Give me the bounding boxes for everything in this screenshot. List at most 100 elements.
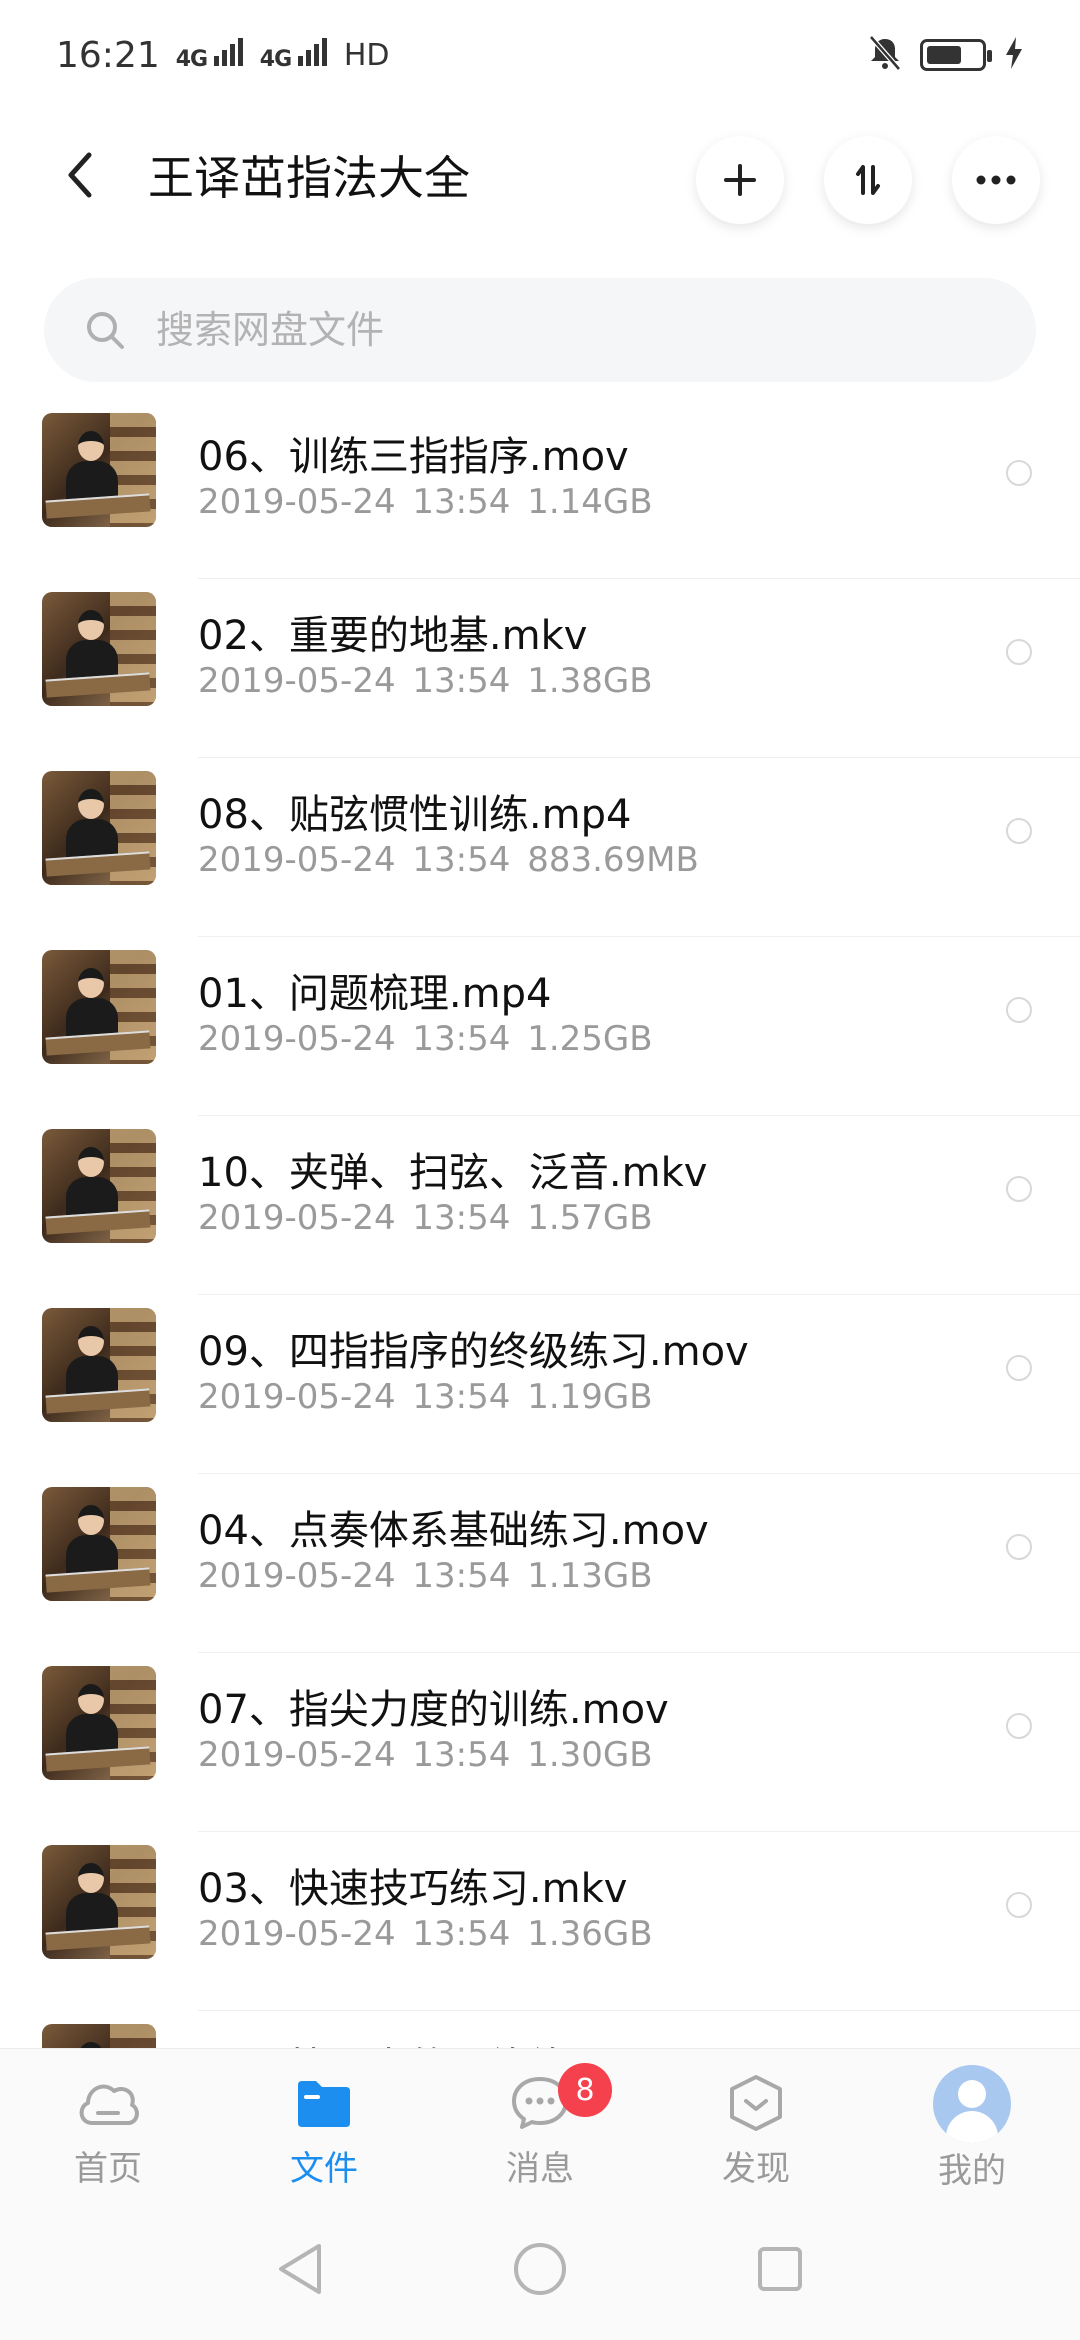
select-radio[interactable] <box>1006 1355 1032 1381</box>
system-home-button[interactable] <box>510 2239 570 2299</box>
video-thumbnail <box>42 1129 156 1243</box>
nav-messages[interactable]: 8 消息 <box>432 2049 648 2199</box>
file-meta: 2019-05-24 13:54 1.19GB <box>198 1377 653 1417</box>
file-meta: 2019-05-24 13:54 1.38GB <box>198 661 653 701</box>
file-name: 07、指尖力度的训练.mov <box>198 1687 669 1733</box>
nav-discover[interactable]: 发现 <box>648 2049 864 2199</box>
video-thumbnail <box>42 1308 156 1422</box>
file-size: 1.38GB <box>527 661 653 701</box>
select-radio[interactable] <box>1006 1176 1032 1202</box>
square-recents-icon <box>758 2247 802 2291</box>
title-actions <box>696 136 1040 224</box>
network-4g-icon: 4G <box>176 38 244 72</box>
select-radio[interactable] <box>1006 997 1032 1023</box>
system-back-button[interactable] <box>270 2239 330 2299</box>
file-meta: 2019-05-24 13:54 1.14GB <box>198 482 653 522</box>
avatar <box>933 2065 1011 2143</box>
nav-label-home: 首页 <box>74 2149 142 2189</box>
triangle-back-icon <box>279 2244 321 2294</box>
mute-bell-icon <box>868 35 902 75</box>
nav-files[interactable]: 文件 <box>216 2049 432 2199</box>
select-radio[interactable] <box>1006 1892 1032 1918</box>
page-title: 王译茁指法大全 <box>148 151 470 205</box>
file-size: 1.14GB <box>527 482 653 522</box>
select-radio[interactable] <box>1006 1713 1032 1739</box>
file-date: 2019-05-24 <box>198 1019 396 1059</box>
file-name: 01、问题梳理.mp4 <box>198 971 552 1017</box>
system-nav-bar <box>0 2198 1080 2340</box>
file-date: 2019-05-24 <box>198 840 396 880</box>
sort-button[interactable] <box>824 136 912 224</box>
file-name: 04、点奏体系基础练习.mov <box>198 1508 709 1554</box>
file-row[interactable]: 01、问题梳理.mp4 2019-05-24 13:54 1.25GB <box>0 937 1080 1116</box>
file-size: 1.19GB <box>527 1377 653 1417</box>
select-radio[interactable] <box>1006 818 1032 844</box>
add-button[interactable] <box>696 136 784 224</box>
search-input[interactable] <box>154 307 918 353</box>
file-date: 2019-05-24 <box>198 1377 396 1417</box>
file-date: 2019-05-24 <box>198 1735 396 1775</box>
file-row[interactable]: 03、快速技巧练习.mkv 2019-05-24 13:54 1.36GB <box>0 1832 1080 2011</box>
status-time: 16:21 <box>56 34 160 76</box>
file-time: 13:54 <box>412 1019 511 1059</box>
file-row[interactable]: 02、重要的地基.mkv 2019-05-24 13:54 1.38GB <box>0 579 1080 758</box>
sort-arrows-icon <box>856 165 880 195</box>
network-label-2: 4G <box>259 47 292 72</box>
file-time: 13:54 <box>412 840 511 880</box>
nav-home[interactable]: 首页 <box>0 2049 216 2199</box>
select-radio[interactable] <box>1006 460 1032 486</box>
file-time: 13:54 <box>412 1556 511 1596</box>
back-button[interactable] <box>40 135 120 215</box>
file-name: 08、贴弦惯性训练.mp4 <box>198 792 632 838</box>
folder-icon <box>288 2071 360 2135</box>
video-thumbnail <box>42 1666 156 1780</box>
video-thumbnail <box>42 413 156 527</box>
nav-label-me: 我的 <box>938 2151 1006 2191</box>
hd-label: HD <box>343 37 390 73</box>
file-size: 1.25GB <box>527 1019 653 1059</box>
charging-icon <box>1004 37 1024 73</box>
file-row[interactable]: 05、快三点的训练练习 <box>0 2011 1080 2048</box>
bottom-nav: 首页 文件 8 消息 发现 我的 <box>0 2048 1080 2199</box>
network-label-1: 4G <box>175 47 208 72</box>
file-row[interactable]: 09、四指指序的终级练习.mov 2019-05-24 13:54 1.19GB <box>0 1295 1080 1474</box>
network-4g-icon-2: 4G <box>260 38 328 72</box>
video-thumbnail <box>42 1845 156 1959</box>
video-thumbnail <box>42 950 156 1064</box>
unread-badge: 8 <box>558 2063 612 2117</box>
nav-label-files: 文件 <box>290 2149 358 2189</box>
file-row[interactable]: 04、点奏体系基础练习.mov 2019-05-24 13:54 1.13GB <box>0 1474 1080 1653</box>
file-name: 03、快速技巧练习.mkv <box>198 1866 628 1912</box>
select-radio[interactable] <box>1006 639 1032 665</box>
file-name: 05、快三点的训练练习 <box>198 2035 609 2048</box>
nav-label-discover: 发现 <box>722 2149 790 2189</box>
file-date: 2019-05-24 <box>198 1198 396 1238</box>
file-time: 13:54 <box>412 482 511 522</box>
file-time: 13:54 <box>412 1198 511 1238</box>
nav-me[interactable]: 我的 <box>864 2049 1080 2199</box>
system-recents-button[interactable] <box>750 2239 810 2299</box>
file-time: 13:54 <box>412 661 511 701</box>
file-row[interactable]: 08、贴弦惯性训练.mp4 2019-05-24 13:54 883.69MB <box>0 758 1080 937</box>
file-time: 13:54 <box>412 1377 511 1417</box>
file-meta: 2019-05-24 13:54 1.36GB <box>198 1914 653 1954</box>
more-button[interactable] <box>952 136 1040 224</box>
select-radio[interactable] <box>1006 1534 1032 1560</box>
plus-icon <box>724 164 756 196</box>
video-thumbnail <box>42 2024 156 2048</box>
file-size: 1.57GB <box>527 1198 653 1238</box>
status-bar: 16:21 4G 4G HD <box>0 0 1080 110</box>
file-row[interactable]: 07、指尖力度的训练.mov 2019-05-24 13:54 1.30GB <box>0 1653 1080 1832</box>
file-row[interactable]: 10、夹弹、扫弦、泛音.mkv 2019-05-24 13:54 1.57GB <box>0 1116 1080 1295</box>
search-bar[interactable] <box>44 278 1036 382</box>
file-meta: 2019-05-24 13:54 1.30GB <box>198 1735 653 1775</box>
file-name: 06、训练三指指序.mov <box>198 434 629 480</box>
video-thumbnail <box>42 592 156 706</box>
file-meta: 2019-05-24 13:54 1.57GB <box>198 1198 653 1238</box>
file-size: 883.69MB <box>527 840 699 880</box>
video-thumbnail <box>42 1487 156 1601</box>
cloud-icon <box>72 2071 144 2135</box>
file-row[interactable]: 06、训练三指指序.mov 2019-05-24 13:54 1.14GB <box>0 400 1080 579</box>
file-name: 10、夹弹、扫弦、泛音.mkv <box>198 1150 708 1196</box>
file-meta: 2019-05-24 13:54 1.25GB <box>198 1019 653 1059</box>
